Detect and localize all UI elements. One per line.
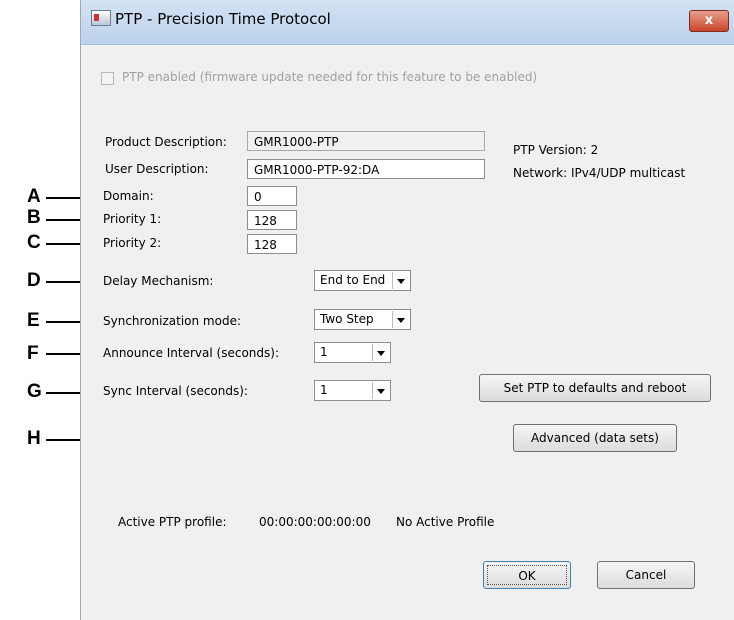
product-description-field: GMR1000-PTP (247, 131, 485, 151)
chevron-down-icon (392, 272, 409, 289)
delay-mechanism-select[interactable]: End to End (314, 270, 411, 291)
advanced-data-sets-button[interactable]: Advanced (data sets) (513, 424, 677, 452)
announce-interval-label: Announce Interval (seconds): (103, 346, 279, 360)
announce-interval-select[interactable]: 1 (314, 342, 391, 363)
title-bar: PTP - Precision Time Protocol x (81, 0, 734, 45)
close-button[interactable]: x (689, 10, 729, 32)
ok-button[interactable]: OK (483, 561, 571, 589)
chevron-down-icon (372, 382, 389, 399)
sync-interval-select[interactable]: 1 (314, 380, 391, 401)
ptp-version-text: PTP Version: 2 (513, 143, 599, 157)
priority2-field[interactable]: 128 (247, 234, 297, 254)
user-description-field[interactable]: GMR1000-PTP-92:DA (247, 159, 485, 179)
domain-field[interactable]: 0 (247, 186, 297, 206)
ptp-dialog: PTP - Precision Time Protocol x PTP enab… (80, 0, 734, 620)
network-text: Network: IPv4/UDP multicast (513, 166, 686, 180)
cancel-button[interactable]: Cancel (597, 561, 695, 589)
sync-mode-select[interactable]: Two Step (314, 309, 411, 330)
ptp-enabled-label: PTP enabled (firmware update needed for … (122, 70, 538, 84)
product-description-label: Product Description: (105, 135, 227, 149)
delay-mechanism-label: Delay Mechanism: (103, 274, 214, 288)
priority2-label: Priority 2: (103, 236, 162, 250)
chevron-down-icon (392, 311, 409, 328)
announce-interval-value: 1 (320, 345, 328, 359)
active-profile-name: No Active Profile (396, 515, 495, 529)
sync-mode-value: Two Step (320, 312, 374, 326)
delay-mechanism-value: End to End (320, 273, 386, 287)
user-description-label: User Description: (105, 162, 209, 176)
chevron-down-icon (372, 344, 389, 361)
set-defaults-reboot-button[interactable]: Set PTP to defaults and reboot (479, 374, 711, 402)
priority1-field[interactable]: 128 (247, 210, 297, 230)
ok-button-label: OK (487, 565, 567, 585)
app-icon (91, 10, 111, 26)
priority1-label: Priority 1: (103, 212, 162, 226)
sync-interval-value: 1 (320, 383, 328, 397)
domain-label: Domain: (103, 189, 154, 203)
sync-mode-label: Synchronization mode: (103, 314, 242, 328)
active-profile-label: Active PTP profile: (118, 515, 227, 529)
sync-interval-label: Sync Interval (seconds): (103, 384, 248, 398)
ptp-enabled-checkbox[interactable] (101, 72, 114, 85)
active-profile-id: 00:00:00:00:00:00 (259, 515, 371, 529)
window-title: PTP - Precision Time Protocol (115, 10, 331, 28)
